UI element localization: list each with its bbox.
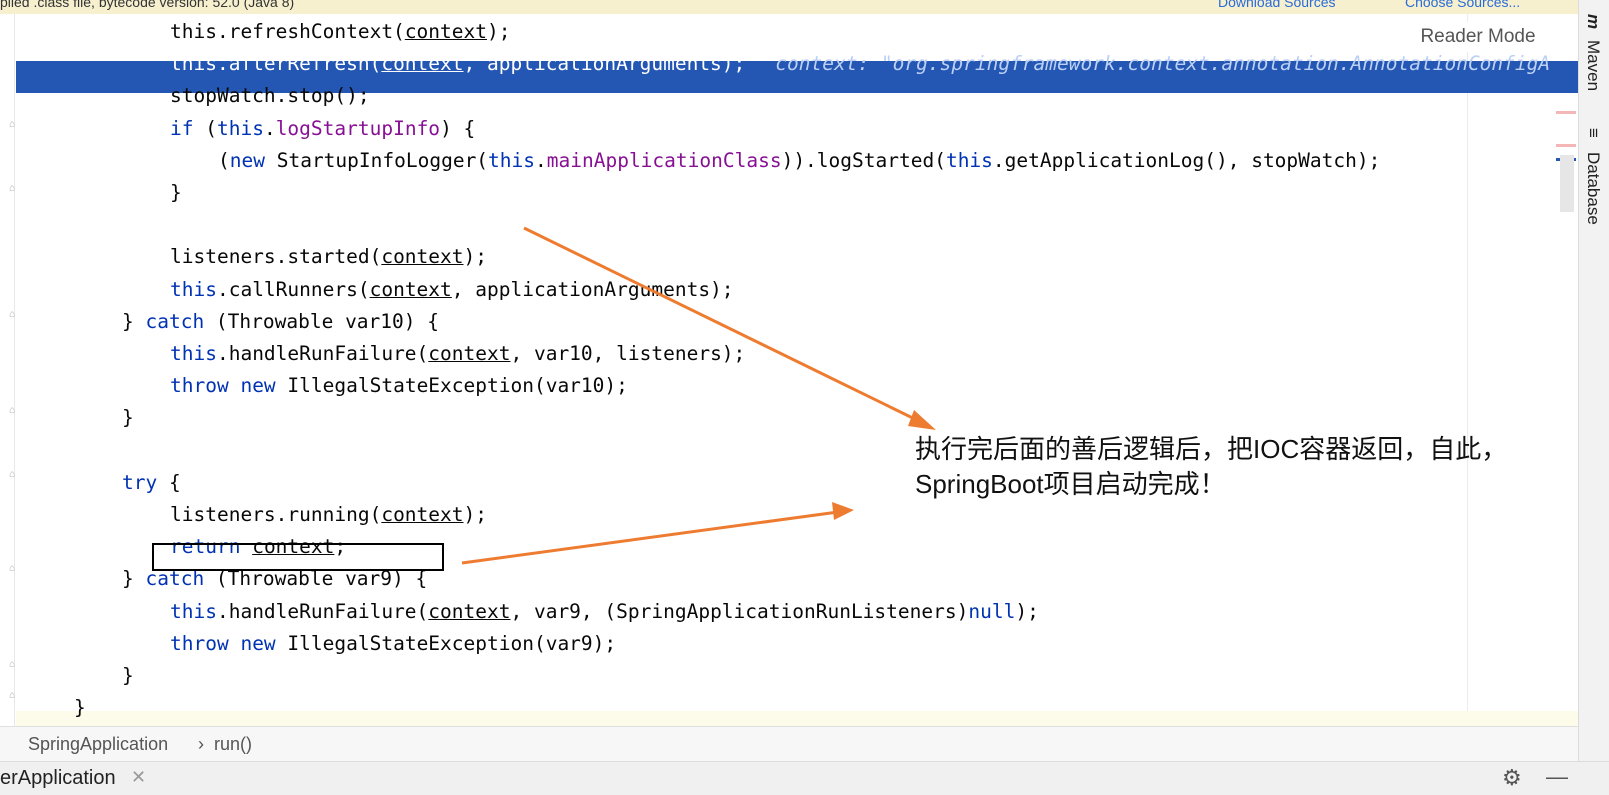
- maven-tool-button[interactable]: Maven: [1583, 40, 1603, 91]
- close-icon[interactable]: ✕: [131, 767, 146, 788]
- breadcrumb: SpringApplication › run(): [0, 726, 1578, 761]
- maven-icon[interactable]: m: [1583, 14, 1603, 29]
- annotation-line-2: SpringBoot项目启动完成！: [915, 469, 1226, 499]
- bottom-tab-bar: erApplication ✕ ⚙ —: [0, 761, 1609, 795]
- run-tab-label[interactable]: erApplication: [0, 767, 116, 790]
- annotation-arrows: [461, 226, 936, 565]
- arrowhead-1: [908, 410, 936, 430]
- breadcrumb-separator: ›: [198, 734, 204, 754]
- breadcrumb-class[interactable]: SpringApplication: [28, 734, 168, 755]
- arrow-to-note-1: [523, 226, 926, 426]
- gear-icon[interactable]: ⚙: [1502, 765, 1522, 791]
- arrowhead-2: [832, 502, 854, 520]
- breadcrumb-method[interactable]: run(): [214, 734, 252, 755]
- right-tool-strip: [1578, 0, 1609, 794]
- annotation-note: 执行完后面的善后逻辑后，把IOC容器返回，自此， SpringBoot项目启动完…: [915, 432, 1535, 502]
- database-tool-button[interactable]: Database: [1583, 152, 1603, 225]
- minimize-icon[interactable]: —: [1546, 764, 1568, 790]
- database-icon[interactable]: ≡: [1583, 128, 1603, 138]
- arrow-to-note-2: [461, 510, 839, 565]
- annotation-line-1: 执行完后面的善后逻辑后，把IOC容器返回，自此，: [915, 434, 1508, 464]
